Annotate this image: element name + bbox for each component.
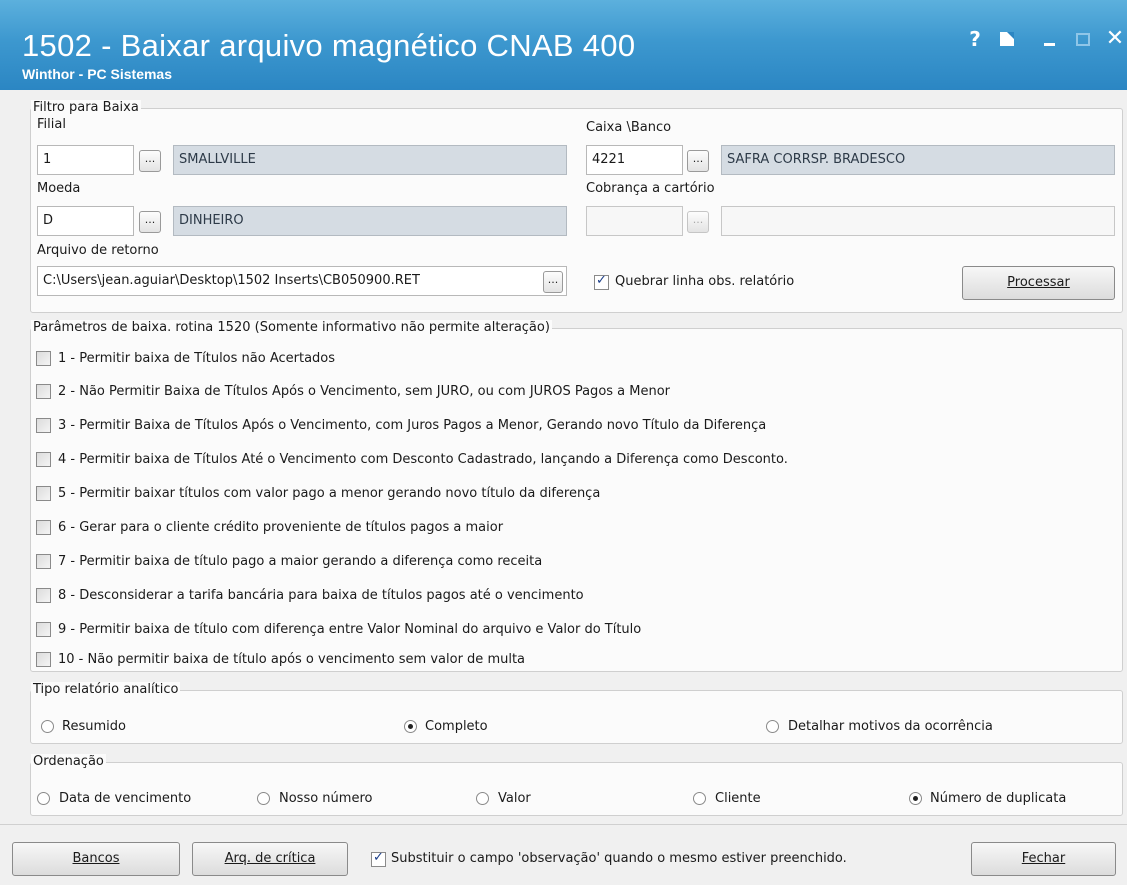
radio-completo-label: Completo — [425, 719, 488, 734]
moeda-code-input[interactable]: D — [37, 206, 134, 236]
close-icon[interactable]: ✕ — [1102, 26, 1127, 52]
maximize-icon[interactable] — [1070, 26, 1096, 52]
filial-lookup-button[interactable]: ... — [139, 150, 161, 172]
parametro-checkbox-3[interactable] — [36, 418, 51, 433]
cobranca-cartorio-name-field — [721, 206, 1115, 236]
radio-detalhar-motivos[interactable] — [766, 720, 779, 733]
radio-resumido-label: Resumido — [62, 719, 126, 734]
moeda-label: Moeda — [37, 181, 81, 196]
parametros-legend: Parâmetros de baixa. rotina 1520 (Soment… — [31, 320, 552, 336]
ordenacao-legend: Ordenação — [31, 754, 106, 770]
radio-detalhar-motivos-label: Detalhar motivos da ocorrência — [788, 719, 993, 734]
radio-numero-duplicata[interactable] — [909, 792, 922, 805]
caixa-banco-lookup-button[interactable]: ... — [687, 150, 709, 172]
title-bar: 1502 - Baixar arquivo magnético CNAB 400… — [0, 0, 1127, 90]
parametro-label-8: 8 - Desconsiderar a tarifa bancária para… — [58, 588, 584, 603]
arquivo-retorno-browse-button[interactable]: ... — [543, 271, 563, 293]
parametro-label-6: 6 - Gerar para o cliente crédito proveni… — [58, 520, 504, 535]
arq-critica-label: Arq. de crítica — [224, 851, 316, 866]
radio-cliente[interactable] — [693, 792, 706, 805]
fechar-label: Fechar — [1021, 851, 1066, 866]
parametro-label-2: 2 - Não Permitir Baixa de Títulos Após o… — [58, 384, 671, 399]
parametro-checkbox-8[interactable] — [36, 588, 51, 603]
radio-nosso-numero-label: Nosso número — [279, 791, 373, 806]
processar-label: Processar — [1007, 275, 1070, 290]
arquivo-retorno-input[interactable]: C:\Users\jean.aguiar\Desktop\1502 Insert… — [37, 266, 567, 296]
parametro-checkbox-7[interactable] — [36, 554, 51, 569]
parametro-label-1: 1 - Permitir baixa de Títulos não Acerta… — [58, 351, 336, 366]
caixa-banco-code-input[interactable]: 4221 — [586, 145, 683, 175]
arquivo-retorno-label: Arquivo de retorno — [37, 243, 159, 258]
radio-data-vencimento-label: Data de vencimento — [59, 791, 192, 806]
radio-nosso-numero[interactable] — [257, 792, 270, 805]
window-title: 1502 - Baixar arquivo magnético CNAB 400 — [22, 28, 636, 63]
filial-name-field: SMALLVILLE — [173, 145, 567, 175]
moeda-lookup-button[interactable]: ... — [139, 211, 161, 233]
quebrar-linha-label: Quebrar linha obs. relatório — [615, 274, 795, 289]
substituir-observacao-checkbox[interactable] — [371, 850, 386, 867]
moeda-name-field: DINHEIRO — [173, 206, 567, 236]
cobranca-cartorio-code-input[interactable] — [586, 206, 683, 236]
parametro-label-3: 3 - Permitir Baixa de Títulos Após o Ven… — [58, 418, 767, 433]
substituir-observacao-label: Substituir o campo 'observação' quando o… — [391, 851, 847, 866]
parametro-checkbox-9[interactable] — [36, 622, 51, 637]
parametro-label-5: 5 - Permitir baixar títulos com valor pa… — [58, 486, 601, 501]
parametro-label-10: 10 - Não permitir baixa de título após o… — [58, 652, 526, 667]
bancos-label: Bancos — [72, 851, 120, 866]
parametro-checkbox-6[interactable] — [36, 520, 51, 535]
tipo-relatorio-group: Tipo relatório analítico Resumido Comple… — [30, 682, 1123, 744]
radio-valor-label: Valor — [498, 791, 531, 806]
parametro-checkbox-4[interactable] — [36, 452, 51, 467]
minimize-icon[interactable] — [1036, 26, 1062, 52]
filtro-group: Filtro para Baixa Filial 1 ... SMALLVILL… — [30, 100, 1123, 313]
tipo-relatorio-legend: Tipo relatório analítico — [31, 682, 181, 698]
filtro-legend: Filtro para Baixa — [31, 100, 141, 116]
ordenacao-group: Ordenação Data de vencimento Nosso númer… — [30, 754, 1123, 816]
fechar-button[interactable]: Fechar — [971, 842, 1116, 876]
radio-cliente-label: Cliente — [715, 791, 761, 806]
cobranca-cartorio-label: Cobrança a cartório — [586, 181, 715, 196]
cobranca-cartorio-lookup-button[interactable]: ... — [687, 211, 709, 233]
parametro-label-9: 9 - Permitir baixa de título com diferen… — [58, 622, 642, 637]
parametro-label-4: 4 - Permitir baixa de Títulos Até o Venc… — [58, 452, 788, 467]
radio-numero-duplicata-label: Número de duplicata — [930, 791, 1067, 806]
parametro-checkbox-2[interactable] — [36, 384, 51, 399]
processar-button[interactable]: Processar — [962, 266, 1115, 300]
parametro-label-7: 7 - Permitir baixa de título pago a maio… — [58, 554, 543, 569]
parametro-checkbox-1[interactable] — [36, 351, 51, 366]
arq-critica-button[interactable]: Arq. de crítica — [192, 842, 348, 876]
help-icon[interactable]: ? — [962, 26, 988, 52]
footer-separator — [0, 824, 1127, 825]
window-subtitle: Winthor - PC Sistemas — [22, 66, 173, 82]
parametros-group: Parâmetros de baixa. rotina 1520 (Soment… — [30, 320, 1123, 672]
parametro-checkbox-5[interactable] — [36, 486, 51, 501]
bancos-button[interactable]: Bancos — [12, 842, 180, 876]
radio-valor[interactable] — [476, 792, 489, 805]
window-body: Filtro para Baixa Filial 1 ... SMALLVILL… — [0, 90, 1127, 885]
quebrar-linha-checkbox[interactable] — [594, 273, 609, 290]
radio-completo[interactable] — [404, 720, 417, 733]
filial-label: Filial — [37, 117, 66, 132]
radio-data-vencimento[interactable] — [37, 792, 50, 805]
parametro-checkbox-10[interactable] — [36, 652, 51, 667]
caixa-banco-label: Caixa \Banco — [586, 120, 672, 135]
restore-icon[interactable] — [994, 26, 1020, 52]
filial-code-input[interactable]: 1 — [37, 145, 134, 175]
radio-resumido[interactable] — [41, 720, 54, 733]
caixa-banco-name-field: SAFRA CORRSP. BRADESCO — [721, 145, 1115, 175]
